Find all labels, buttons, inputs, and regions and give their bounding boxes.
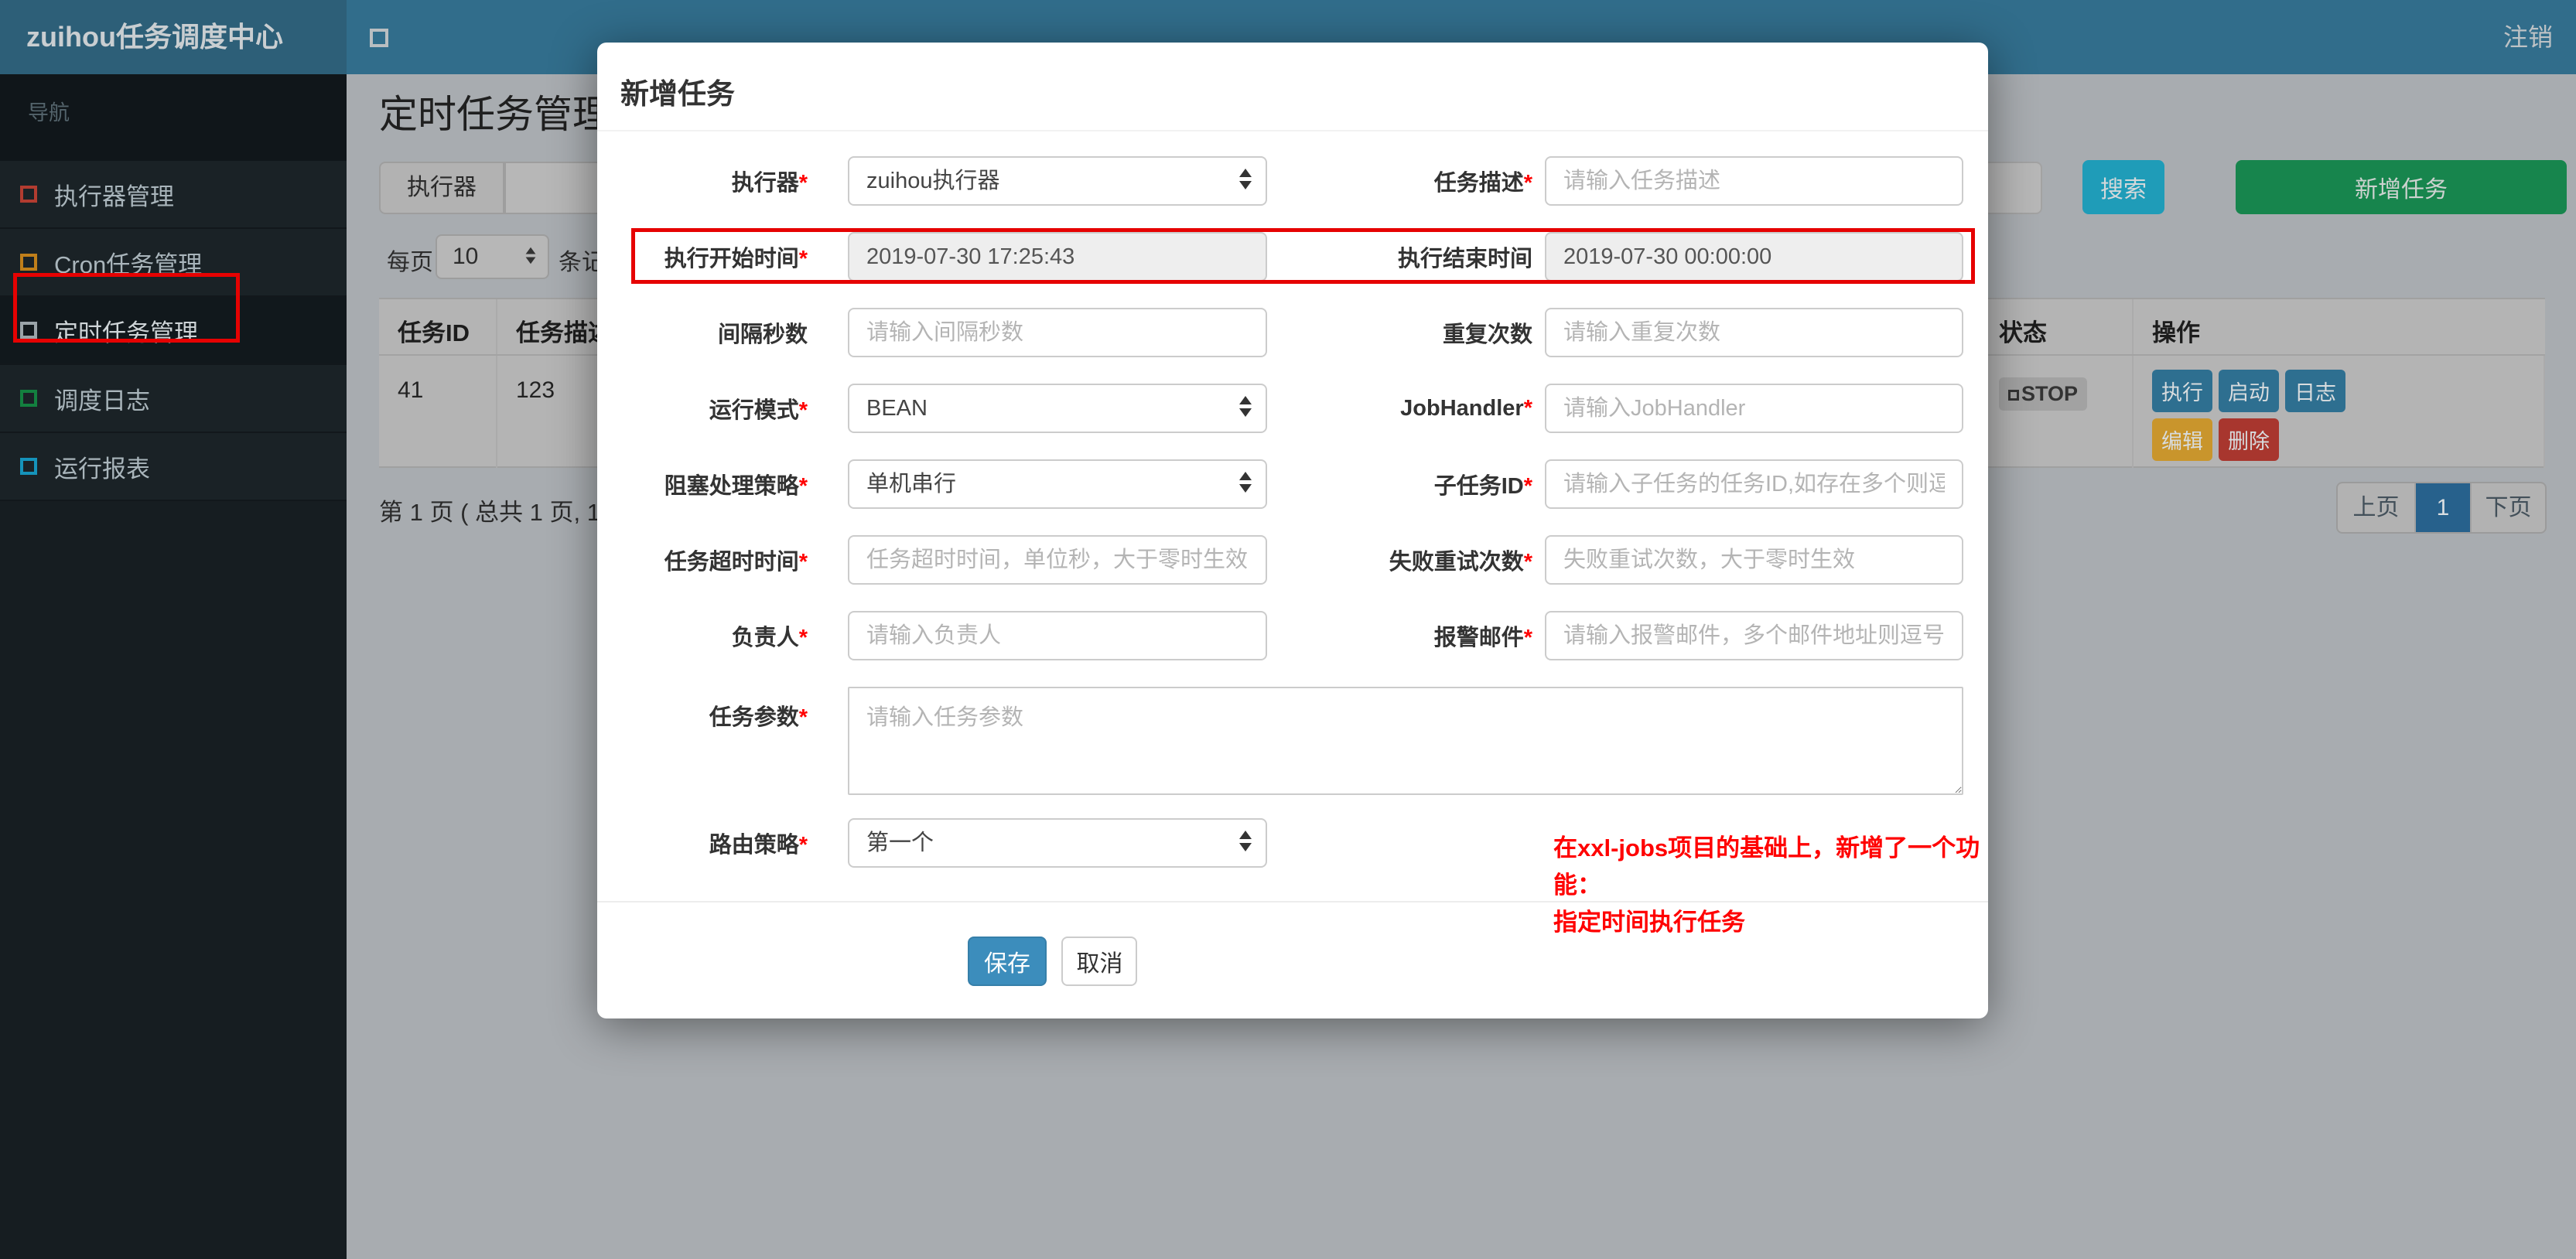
- cell-actions: 执行 启动 日志 编辑 删除: [2134, 356, 2545, 468]
- alarm-email-label: 报警邮件*: [1433, 626, 1532, 650]
- executor-label: 执行器*: [731, 171, 808, 196]
- block-strategy-label: 阻塞处理策略*: [664, 474, 808, 499]
- repeat-count-input[interactable]: [1545, 308, 1963, 357]
- prev-page-button[interactable]: 上页: [2338, 483, 2416, 532]
- run-mode-select[interactable]: BEAN: [848, 384, 1267, 433]
- timeout-label: 任务超时时间*: [664, 550, 808, 575]
- status-badge: STOP: [1999, 377, 2088, 411]
- run-mode-label: 运行模式*: [709, 398, 808, 423]
- square-icon: [20, 186, 37, 203]
- feature-note: 在xxl-jobs项目的基础上，新增了一个功能： 指定时间执行任务: [1553, 830, 1998, 941]
- edit-button[interactable]: 编辑: [2152, 418, 2212, 461]
- annotation-box-time-row: [631, 228, 1975, 284]
- task-params-label: 任务参数*: [709, 705, 808, 730]
- current-page-button[interactable]: 1: [2416, 483, 2470, 532]
- add-task-button[interactable]: 新增任务: [2236, 160, 2567, 214]
- repeat-count-label: 重复次数: [1442, 322, 1532, 347]
- square-icon: [20, 390, 37, 407]
- start-button[interactable]: 启动: [2219, 370, 2279, 412]
- cancel-button[interactable]: 取消: [1061, 937, 1138, 986]
- form-row-executor-desc: 执行器* zuihou执行器 任务描述*: [597, 156, 1988, 206]
- interval-label: 间隔秒数: [717, 322, 808, 347]
- square-icon: [20, 254, 37, 271]
- feature-note-line2: 指定时间执行任务: [1553, 909, 1745, 936]
- col-status: 状态: [1980, 299, 2134, 354]
- form-row-timeout-retry: 任务超时时间* 失败重试次数*: [597, 535, 1988, 585]
- owner-label: 负责人*: [731, 626, 808, 650]
- sidebar: 导航 执行器管理 Cron任务管理 定时任务管理 调度日志 运行报表: [0, 74, 347, 1259]
- form-row-mode-handler: 运行模式* BEAN JobHandler*: [597, 384, 1988, 433]
- sidebar-item-label: 运行报表: [54, 455, 150, 483]
- task-params-textarea[interactable]: [848, 687, 1963, 795]
- form-row-params: 任务参数*: [597, 687, 1988, 795]
- page-size-select[interactable]: 10: [436, 234, 549, 279]
- sidebar-toggle-icon[interactable]: [370, 29, 388, 47]
- timeout-input[interactable]: [848, 535, 1267, 585]
- pagination-summary: 第 1 页 ( 总共 1 页, 1: [379, 499, 600, 526]
- route-strategy-select[interactable]: 第一个: [848, 818, 1267, 868]
- add-task-modal: 新增任务 执行器* zuihou执行器 任务描述* 执行开始时间* 执行结束时间…: [597, 43, 1988, 1018]
- task-desc-label: 任务描述*: [1433, 171, 1532, 196]
- app-brand: zuihou任务调度中心: [0, 0, 347, 74]
- sidebar-header: 导航: [0, 74, 347, 161]
- page-size-prefix: 每页: [387, 250, 433, 275]
- col-task-id: 任务ID: [379, 299, 497, 354]
- col-actions: 操作: [2152, 319, 2200, 346]
- select-caret-icon: [1239, 831, 1252, 851]
- select-caret-icon: [1239, 169, 1252, 189]
- executor-filter-label: 执行器: [379, 162, 504, 214]
- jobhandler-input[interactable]: [1545, 384, 1963, 433]
- status-text: STOP: [2021, 382, 2079, 405]
- route-strategy-label: 路由策略*: [709, 833, 808, 858]
- save-button[interactable]: 保存: [968, 937, 1047, 986]
- stop-square-icon: [2008, 390, 2019, 401]
- retry-count-input[interactable]: [1545, 535, 1963, 585]
- form-row-interval-repeat: 间隔秒数 重复次数: [597, 308, 1988, 357]
- logout-link[interactable]: 注销: [2503, 0, 2553, 74]
- sidebar-item-label: 执行器管理: [54, 183, 174, 210]
- page-title: 定时任务管理: [379, 93, 611, 136]
- cell-task-id: 41: [379, 356, 497, 468]
- cell-status: STOP: [1980, 356, 2134, 468]
- run-button[interactable]: 执行: [2152, 370, 2212, 412]
- log-button[interactable]: 日志: [2285, 370, 2345, 412]
- interval-input[interactable]: [848, 308, 1267, 357]
- page-size-value: 10: [453, 244, 479, 269]
- delete-button[interactable]: 删除: [2219, 418, 2279, 461]
- child-task-id-label: 子任务ID*: [1433, 474, 1532, 499]
- select-caret-icon: [1239, 396, 1252, 417]
- search-button[interactable]: 搜索: [2082, 160, 2164, 214]
- pagination: 上页 1 下页: [2336, 482, 2547, 534]
- task-desc-input[interactable]: [1545, 156, 1963, 206]
- sidebar-item-dispatch-log[interactable]: 调度日志: [0, 365, 347, 433]
- select-caret-icon: [526, 247, 536, 264]
- sidebar-item-executor-manage[interactable]: 执行器管理: [0, 161, 347, 229]
- retry-count-label: 失败重试次数*: [1389, 550, 1532, 575]
- form-row-block-childid: 阻塞处理策略* 单机串行 子任务ID*: [597, 459, 1988, 509]
- child-task-id-input[interactable]: [1545, 459, 1963, 509]
- annotation-box-sidebar: [13, 273, 240, 343]
- form-row-owner-email: 负责人* 报警邮件*: [597, 611, 1988, 660]
- owner-input[interactable]: [848, 611, 1267, 660]
- select-caret-icon: [1239, 472, 1252, 493]
- square-icon: [20, 458, 37, 475]
- modal-header: 新增任务: [597, 43, 1988, 131]
- executor-select[interactable]: zuihou执行器: [848, 156, 1267, 206]
- modal-title: 新增任务: [620, 78, 735, 110]
- next-page-button[interactable]: 下页: [2470, 483, 2545, 532]
- sidebar-item-run-report[interactable]: 运行报表: [0, 433, 347, 501]
- feature-note-line1: 在xxl-jobs项目的基础上，新增了一个功能：: [1553, 834, 1980, 899]
- jobhandler-label: JobHandler*: [1400, 395, 1532, 421]
- alarm-email-input[interactable]: [1545, 611, 1963, 660]
- block-strategy-select[interactable]: 单机串行: [848, 459, 1267, 509]
- sidebar-item-label: 调度日志: [54, 387, 150, 415]
